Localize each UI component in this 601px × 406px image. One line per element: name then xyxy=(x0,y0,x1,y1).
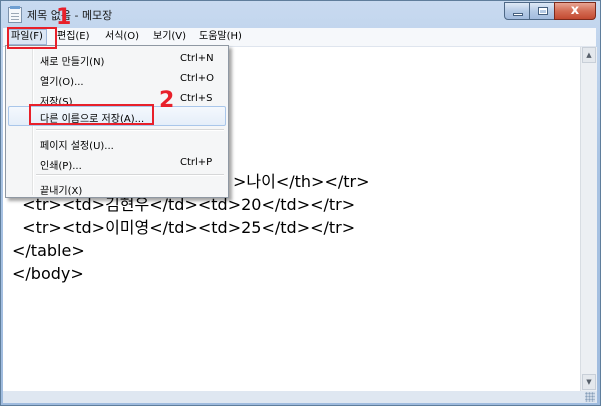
menu-item-label: 인쇄(P)... xyxy=(40,161,82,172)
highlight-box-step2 xyxy=(29,104,154,125)
minimize-button[interactable] xyxy=(504,2,530,20)
menu-item-shortcut: Ctrl+O xyxy=(180,73,215,84)
editor-line: >나이</th></tr> xyxy=(233,172,370,191)
menu-item-label: 페이지 설정(U)... xyxy=(40,141,114,152)
scroll-up-icon[interactable]: ▲ xyxy=(582,47,596,63)
menu-item-exit[interactable]: 끝내기(X) xyxy=(8,178,226,198)
maximize-button[interactable] xyxy=(529,2,555,20)
annotation-step1: 1 xyxy=(56,5,72,30)
menu-separator xyxy=(36,129,224,131)
menu-format[interactable]: 서식(O) xyxy=(102,29,142,45)
menu-item-page-setup[interactable]: 페이지 설정(U)... xyxy=(8,133,226,153)
title-bar[interactable]: 제목 없음 - 메모장 x xyxy=(1,1,600,29)
menu-item-label: 열기(O)... xyxy=(40,77,84,88)
close-button[interactable]: x xyxy=(554,2,596,20)
highlight-box-step1 xyxy=(7,27,57,49)
editor-line: </table> xyxy=(12,241,85,260)
menu-item-label: 새로 만들기(N) xyxy=(40,57,105,68)
scroll-down-icon[interactable]: ▼ xyxy=(582,374,596,390)
vertical-scrollbar[interactable]: ▲ ▼ xyxy=(580,47,597,391)
menu-item-shortcut: Ctrl+N xyxy=(180,53,214,64)
resize-grip-icon[interactable] xyxy=(585,392,595,402)
menu-item-label: 끝내기(X) xyxy=(40,186,83,197)
menu-item-open[interactable]: 열기(O)... Ctrl+O xyxy=(8,69,226,89)
notepad-app-icon xyxy=(8,6,22,23)
menu-item-shortcut: Ctrl+S xyxy=(180,93,213,104)
editor-line: <tr><td>이미영</td><td>25</td></tr> xyxy=(12,218,356,237)
menu-item-new[interactable]: 새로 만들기(N) Ctrl+N xyxy=(8,49,226,69)
editor-line: </body> xyxy=(12,264,84,283)
annotation-step2: 2 xyxy=(159,88,175,113)
close-icon: x xyxy=(570,3,580,18)
maximize-icon xyxy=(538,7,548,15)
menu-edit[interactable]: 편집(E) xyxy=(54,29,93,45)
menu-item-print[interactable]: 인쇄(P)... Ctrl+P xyxy=(8,153,226,173)
status-strip xyxy=(3,391,597,403)
minimize-icon xyxy=(513,13,523,16)
menu-help[interactable]: 도움말(H) xyxy=(196,29,245,45)
menu-view[interactable]: 보기(V) xyxy=(150,29,189,45)
menu-item-shortcut: Ctrl+P xyxy=(180,157,213,168)
menu-separator xyxy=(36,174,224,176)
